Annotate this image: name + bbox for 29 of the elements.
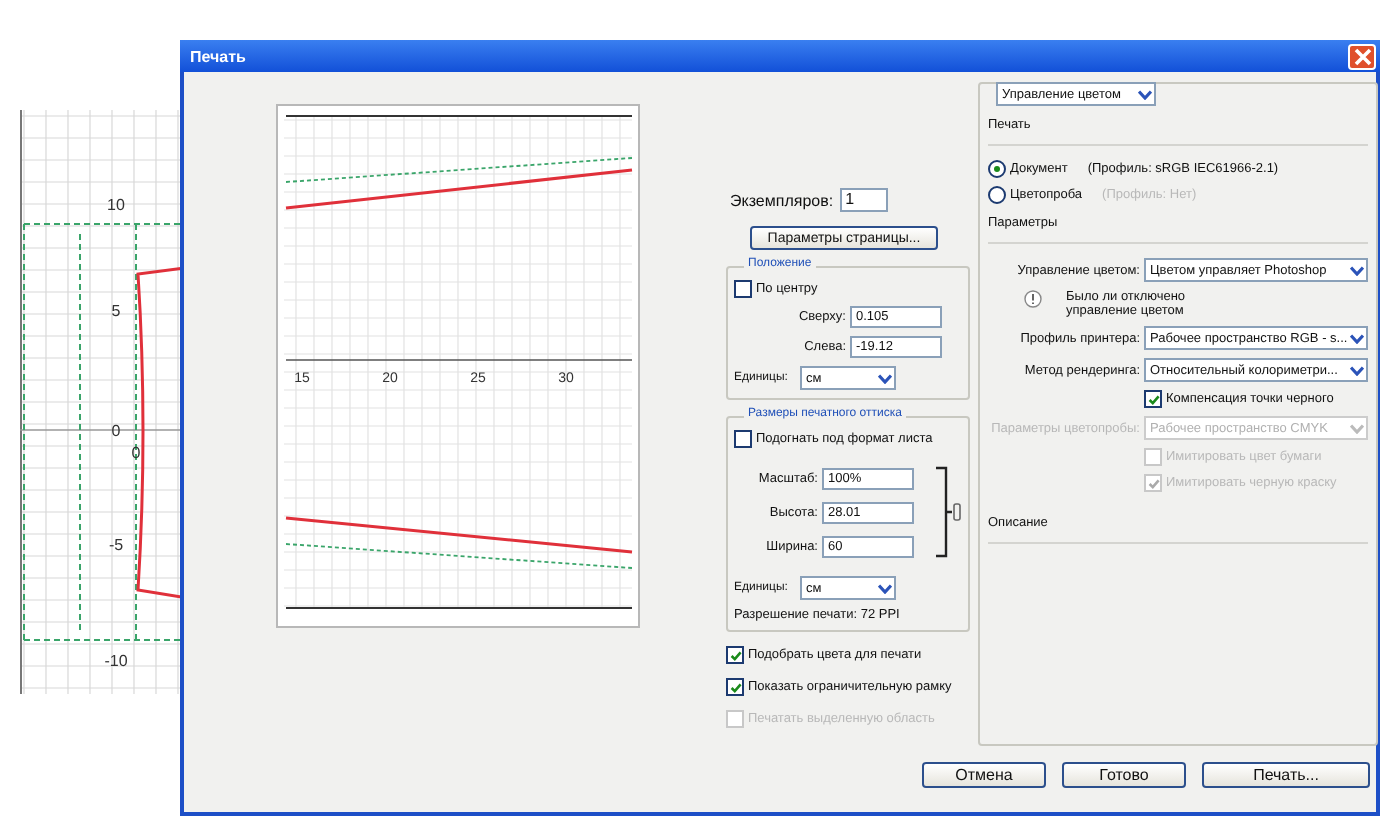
caret-icon xyxy=(877,373,892,383)
dialog-button[interactable]: Готово xyxy=(1062,762,1186,788)
radio-button[interactable] xyxy=(988,160,1006,178)
checkbox[interactable] xyxy=(726,678,744,696)
axis-label: -10 xyxy=(104,652,128,670)
caret-icon xyxy=(1350,365,1364,375)
axis-label: 5 xyxy=(111,302,121,320)
axis-label: 10 xyxy=(107,196,125,214)
caret-icon xyxy=(1350,333,1364,343)
checkbox[interactable] xyxy=(1144,390,1162,408)
caret-icon xyxy=(1138,89,1152,99)
axis-label: 0 xyxy=(131,444,141,462)
checkbox[interactable] xyxy=(734,280,752,298)
dialog-button[interactable]: Печать... xyxy=(1202,762,1370,788)
axis-label: -5 xyxy=(108,536,124,554)
close-button[interactable] xyxy=(1348,43,1376,69)
dialog-button[interactable]: Отмена xyxy=(922,762,1046,788)
copies-label: Экземпляров: xyxy=(730,191,834,209)
copies-field[interactable]: 1 xyxy=(839,188,888,212)
info-icon xyxy=(1024,290,1042,308)
caret-icon xyxy=(1350,265,1364,275)
close-icon xyxy=(1353,47,1371,65)
caret-icon xyxy=(877,583,892,593)
radio-button[interactable] xyxy=(988,186,1006,204)
checkbox[interactable] xyxy=(726,646,744,664)
axis-label: 0 xyxy=(111,422,121,440)
caret-icon xyxy=(1350,423,1364,433)
window-title: Печать xyxy=(190,47,246,65)
checkbox[interactable] xyxy=(734,430,752,448)
